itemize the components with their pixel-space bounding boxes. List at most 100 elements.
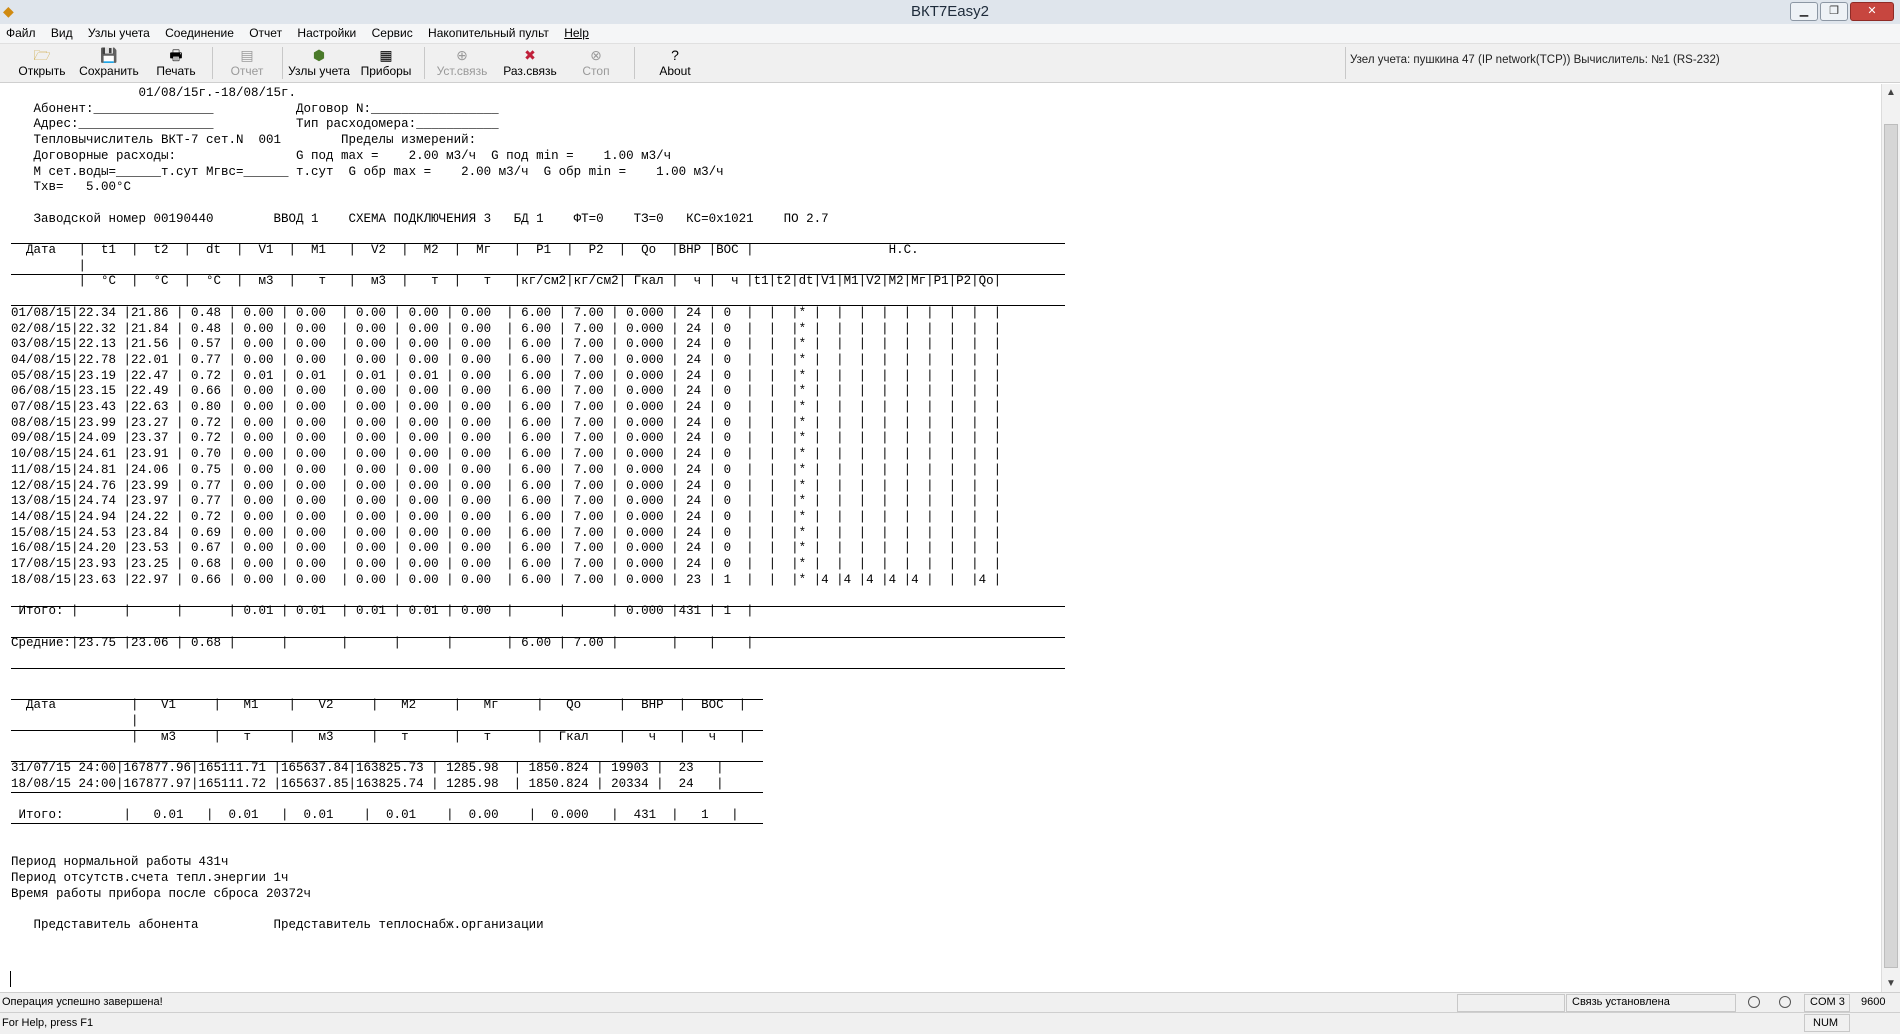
text-caret (10, 971, 11, 987)
baud-indicator: 9600 (1861, 996, 1886, 1008)
report-line: Дата | t1 | t2 | dt | V1 | M1 | V2 | M2 … (11, 243, 919, 257)
printer-icon: 🖶 (169, 47, 183, 63)
toolbar-separator (424, 47, 425, 79)
menu-bar: Файл Вид Узлы учета Соединение Отчет Нас… (0, 24, 1900, 44)
table-rule (11, 730, 763, 731)
report-line: 14/08/15|24.94 |24.22 | 0.72 | 0.00 | 0.… (11, 509, 1002, 524)
report-line: M сет.воды=______т.сут Mгвс=______ т.сут… (11, 164, 724, 179)
disconnect-icon: ✖ (524, 47, 536, 63)
menu-service[interactable]: Сервис (366, 24, 419, 43)
table-rule (11, 243, 1065, 244)
scroll-down-arrow-icon[interactable]: ▼ (1882, 975, 1900, 992)
report-line: Договорные расходы: G под max = 2.00 м3/… (11, 148, 672, 163)
menu-accumulating-console[interactable]: Накопительный пульт (422, 24, 555, 43)
print-button[interactable]: 🖶 Печать (150, 46, 202, 78)
window-controls: ▁ ❐ ✕ (1790, 2, 1894, 21)
report-line: | (11, 258, 87, 273)
report-line: 06/08/15|23.15 |22.49 | 0.66 | 0.00 | 0.… (11, 384, 1002, 399)
menu-view[interactable]: Вид (45, 24, 79, 43)
maximize-button[interactable]: ❐ (1820, 2, 1848, 21)
toolbar-separator (634, 47, 635, 79)
vertical-scrollbar[interactable]: ▲ ▼ (1881, 84, 1900, 992)
report-line: Адрес:__________________ Тип расходомера… (11, 117, 499, 132)
link-status: Связь установлена (1572, 996, 1670, 1008)
report-line: Представитель абонента Представитель теп… (11, 918, 544, 933)
table-rule (11, 761, 763, 762)
report-line: 08/08/15|23.99 |23.27 | 0.72 | 0.00 | 0.… (11, 415, 1002, 430)
report-line: | м3 | т | м3 | т | т | Гкал | ч | ч | (11, 729, 747, 744)
connect-icon: ⊕ (456, 47, 468, 63)
report-line: 31/07/15 24:00|167877.96|165111.71 |1656… (11, 761, 724, 776)
open-button[interactable]: 🗁 Открыть (16, 46, 68, 78)
report-line: 16/08/15|24.20 |23.53 | 0.67 | 0.00 | 0.… (11, 541, 1002, 556)
report-line: Дата | V1 | M1 | V2 | M2 | Mг | Qo | ВНР… (11, 698, 747, 713)
meter-nodes-icon: ⬢ (312, 47, 326, 63)
report-line: | (11, 714, 139, 728)
report-line: 11/08/15|24.81 |24.06 | 0.75 | 0.00 | 0.… (11, 462, 1002, 477)
report-line: 03/08/15|22.13 |21.56 | 0.57 | 0.00 | 0.… (11, 337, 1002, 352)
report-line: 17/08/15|23.93 |23.25 | 0.68 | 0.00 | 0.… (11, 557, 1002, 571)
report-line: Абонент:________________ Договор N:_____… (11, 101, 499, 116)
report-line: Период нормальной работы 431ч (11, 855, 229, 870)
table-rule (11, 606, 1065, 607)
table-rule (11, 305, 1065, 306)
report-line: 09/08/15|24.09 |23.37 | 0.72 | 0.00 | 0.… (11, 431, 1002, 446)
report-line: 01/08/15г.-18/08/15г. (11, 86, 297, 100)
about-button[interactable]: ? About (646, 46, 704, 78)
toolbar: 🗁 Открыть 💾 Сохранить 🖶 Печать ▤ Отчет ⬢… (0, 44, 1900, 83)
indicator-circle-icon (1779, 996, 1791, 1008)
stop-icon: ⊗ (590, 47, 602, 63)
report-line: 10/08/15|24.61 |23.91 | 0.70 | 0.00 | 0.… (11, 447, 1002, 462)
report-line: Итого: | 0.01 | 0.01 | 0.01 | 0.01 | 0.0… (11, 808, 739, 823)
toolbar-separator (282, 47, 283, 79)
window-title: ВКТ7Easy2 (911, 3, 989, 20)
report-line: 01/08/15|22.34 |21.86 | 0.48 | 0.00 | 0.… (11, 305, 1002, 320)
status-message: Операция успешно завершена! (2, 996, 163, 1008)
about-icon: ? (671, 47, 679, 63)
connect-button[interactable]: ⊕ Уст.связь (432, 46, 492, 78)
report-line: 05/08/15|23.19 |22.47 | 0.72 | 0.01 | 0.… (11, 368, 1002, 383)
table-rule (11, 699, 763, 700)
report-line: Тхв= 5.00°С (11, 180, 132, 195)
minimize-button[interactable]: ▁ (1790, 2, 1818, 21)
report-line: 04/08/15|22.78 |22.01 | 0.77 | 0.00 | 0.… (11, 352, 1002, 367)
table-rule (11, 823, 763, 824)
scroll-thumb[interactable] (1884, 124, 1898, 968)
devices-button[interactable]: ▦ Приборы (358, 46, 414, 78)
scroll-up-arrow-icon[interactable]: ▲ (1882, 84, 1900, 101)
help-text: For Help, press F1 (2, 1017, 94, 1029)
report-line: 15/08/15|24.53 |23.84 | 0.69 | 0.00 | 0.… (11, 525, 1002, 540)
menu-settings[interactable]: Настройки (291, 24, 362, 43)
stop-button[interactable]: ⊗ Стоп (570, 46, 622, 78)
menu-file[interactable]: Файл (0, 24, 42, 43)
report-icon: ▤ (240, 47, 254, 63)
report-button[interactable]: ▤ Отчет (222, 46, 272, 78)
status-bar: Операция успешно завершена! Связь устано… (0, 992, 1900, 1012)
menu-help[interactable]: Help (558, 24, 595, 43)
save-button[interactable]: 💾 Сохранить (78, 46, 140, 78)
report-line: 07/08/15|23.43 |22.63 | 0.80 | 0.00 | 0.… (11, 400, 1002, 414)
table-rule (11, 668, 1065, 669)
disconnect-button[interactable]: ✖ Раз.связь (500, 46, 560, 78)
table-rule (11, 274, 1065, 275)
folder-open-icon: 🗁 (33, 47, 51, 63)
title-bar: ◆ ВКТ7Easy2 ▁ ❐ ✕ (0, 0, 1900, 25)
connection-info: Узел учета: пушкина 47 (IP network(TCP))… (1350, 54, 1720, 66)
report-line: 13/08/15|24.74 |23.97 | 0.77 | 0.00 | 0.… (11, 494, 1002, 509)
meter-nodes-button[interactable]: ⬢ Узлы учета (286, 46, 352, 78)
floppy-disk-icon: 💾 (100, 47, 118, 63)
devices-icon: ▦ (379, 47, 393, 63)
report-line: 18/08/15 24:00|167877.97|165111.72 |1656… (11, 776, 724, 791)
menu-meter-nodes[interactable]: Узлы учета (82, 24, 156, 43)
report-line: | °С | °С | °С | м3 | т | м3 | т | т |кг… (11, 274, 1002, 289)
indicator-circle-icon (1748, 996, 1760, 1008)
menu-report[interactable]: Отчет (243, 24, 288, 43)
report-line: 02/08/15|22.32 |21.84 | 0.48 | 0.00 | 0.… (11, 321, 1002, 336)
report-view[interactable]: 01/08/15г.-18/08/15г. Абонент:__________… (0, 84, 1880, 992)
close-button[interactable]: ✕ (1850, 2, 1894, 21)
report-line: 18/08/15|23.63 |22.97 | 0.66 | 0.00 | 0.… (11, 572, 1002, 587)
table-rule (11, 792, 763, 793)
status-pane (1457, 994, 1565, 1012)
help-status-bar: For Help, press F1 NUM (0, 1012, 1900, 1034)
menu-connection[interactable]: Соединение (159, 24, 240, 43)
